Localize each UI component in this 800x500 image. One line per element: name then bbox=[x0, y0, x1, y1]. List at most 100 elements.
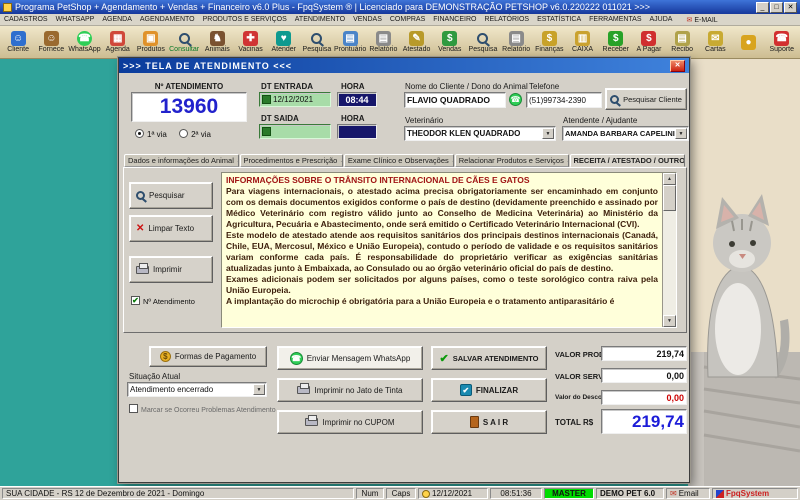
toolbar-button-relat-rio[interactable]: ▤ Relatório bbox=[367, 27, 399, 58]
veterinario-select[interactable]: THEODOR KLEN QUADRADO ▼ bbox=[404, 126, 556, 141]
chevron-down-icon[interactable]: ▼ bbox=[675, 128, 687, 139]
toolbar-button-cliente[interactable]: ☺ Cliente bbox=[2, 27, 34, 58]
pesquisar-cliente-button[interactable]: Pesquisar Cliente bbox=[605, 88, 687, 110]
minimize-button[interactable]: _ bbox=[756, 1, 769, 13]
whatsapp-icon[interactable]: ☎ bbox=[509, 93, 522, 106]
dialog-titlebar[interactable]: >>> TELA DE ATENDIMENTO <<< ✕ bbox=[119, 58, 689, 73]
scroll-down-icon[interactable]: ▼ bbox=[663, 315, 676, 327]
toolbar-button-fornece[interactable]: ☺ Fornece bbox=[35, 27, 67, 58]
num-atendimento-checkbox[interactable]: ✔ Nº Atendimento bbox=[131, 296, 195, 306]
formas-pagamento-button[interactable]: $ Formas de Pagamento bbox=[149, 346, 267, 367]
menu-item-ferramentas[interactable]: FERRAMENTAS bbox=[585, 16, 645, 24]
mail-icon: ✉ bbox=[670, 489, 677, 498]
search-icon bbox=[477, 32, 489, 44]
desconto-field[interactable]: 0,00 bbox=[601, 390, 687, 405]
atendente-select[interactable]: AMANDA BARBARA CAPELINI ▼ bbox=[562, 126, 689, 141]
status-date-value: 12/12/2021 bbox=[432, 489, 473, 498]
toolbar-button-consultar[interactable]: Consultar bbox=[168, 27, 200, 58]
toolbar-button-suporte[interactable]: ☎ Suporte bbox=[766, 27, 798, 58]
certificate-text-body: Para viagens internacionais, o atestado … bbox=[226, 186, 658, 307]
desktop: Programa PetShop + Agendamento + Vendas … bbox=[0, 0, 800, 500]
toolbar-button-caixa[interactable]: ▥ CAIXA bbox=[566, 27, 598, 58]
toolbar-label: Agenda bbox=[105, 45, 130, 53]
toolbar-button-pesquisa[interactable]: Pesquisa bbox=[467, 27, 499, 58]
menu-item-produtos-e-servi-os[interactable]: PRODUTOS E SERVIÇOS bbox=[199, 16, 291, 24]
hora-saida-field bbox=[337, 124, 377, 139]
toolbar-button-receber[interactable]: $ Receber bbox=[600, 27, 632, 58]
tab-dados-e-informa-es-do-animal[interactable]: Dados e informações do Animal → bbox=[124, 154, 239, 167]
salvar-atendimento-button[interactable]: ✔ SALVAR ATENDIMENTO bbox=[431, 346, 547, 370]
toolbar-button-vacinas[interactable]: ✚ Vacinas bbox=[234, 27, 266, 58]
textarea-scrollbar[interactable]: ▲ ▼ bbox=[662, 173, 676, 327]
finalizar-button[interactable]: ✔ FINALIZAR bbox=[431, 378, 547, 402]
enviar-whatsapp-button[interactable]: ☎ Enviar Mensagem WhatsApp bbox=[277, 346, 423, 370]
imprimir-button[interactable]: Imprimir bbox=[129, 256, 213, 283]
clock-icon bbox=[422, 489, 430, 498]
menu-item-agendamento[interactable]: AGENDAMENTO bbox=[136, 16, 199, 24]
close-button[interactable]: ✕ bbox=[784, 1, 797, 13]
support-icon: ☎ bbox=[774, 30, 790, 46]
menu-item-e-mail[interactable]: ✉ E-MAIL bbox=[682, 16, 721, 24]
menu-item-financeiro[interactable]: FINANCEIRO bbox=[429, 16, 480, 24]
tab-exame-cl-nico-e-observa-es[interactable]: Exame Clínico e Observações → bbox=[343, 154, 454, 167]
toolbar-button-produtos[interactable]: ▣ Produtos bbox=[135, 27, 167, 58]
certificate-textarea[interactable]: INFORMAÇÕES SOBRE O TRÂNSITO INTERNACION… bbox=[221, 172, 677, 328]
chevron-down-icon[interactable]: ▼ bbox=[253, 384, 265, 395]
toolbar-button-recibo[interactable]: ▤ Recibo bbox=[666, 27, 698, 58]
chevron-down-icon[interactable]: ▼ bbox=[542, 128, 554, 139]
dt-saida-field[interactable] bbox=[259, 124, 331, 139]
menu-item-compras[interactable]: COMPRAS bbox=[386, 16, 429, 24]
maximize-button[interactable]: □ bbox=[770, 1, 783, 13]
menu-bar: CADASTROS WHATSAPP AGENDA AGENDAMENTO PRODUT… bbox=[0, 14, 800, 26]
atendente-value: AMANDA BARBARA CAPELINI bbox=[565, 129, 675, 138]
imprimir-cupom-button[interactable]: Imprimir no CUPOM bbox=[277, 410, 423, 434]
scrollbar-thumb[interactable] bbox=[663, 185, 676, 211]
status-email[interactable]: ✉ Email bbox=[666, 488, 710, 499]
cliente-input[interactable]: FLAVIO QUADRADO bbox=[404, 92, 506, 108]
window-controls: _ □ ✕ bbox=[756, 1, 797, 13]
tab-receita-atestado-outros[interactable]: RECEITA / ATESTADO / OUTROS bbox=[569, 154, 685, 167]
sair-button[interactable]: S A I R bbox=[431, 410, 547, 434]
via1-radio[interactable]: 1ª via bbox=[135, 129, 167, 139]
toolbar-button-prontu-rio[interactable]: ▤ Prontuário bbox=[334, 27, 366, 58]
toolbar-button-atestado[interactable]: ✎ Atestado bbox=[400, 27, 432, 58]
menu-item-cadastros[interactable]: CADASTROS bbox=[0, 16, 52, 24]
certificate-icon: ✎ bbox=[409, 30, 425, 46]
toolbar-button-animais[interactable]: ♞ Animais bbox=[201, 27, 233, 58]
status-bar: SUA CIDADE - RS 12 de Dezembro de 2021 -… bbox=[0, 486, 800, 500]
menu-item-whatsapp[interactable]: WHATSAPP bbox=[52, 16, 99, 24]
pesquisar-button[interactable]: Pesquisar bbox=[129, 182, 213, 209]
toolbar-button-a-pagar[interactable]: $ A Pagar bbox=[633, 27, 665, 58]
imprimir-jato-button[interactable]: Imprimir no Jato de Tinta bbox=[277, 378, 423, 402]
tab-relacionar-produtos-e-servi-os[interactable]: Relacionar Produtos e Serviços → bbox=[454, 154, 569, 167]
menu-item-estat-stica[interactable]: ESTATÍSTICA bbox=[533, 16, 585, 24]
menu-item-agenda[interactable]: AGENDA bbox=[98, 16, 136, 24]
toolbar-button-coins-icon[interactable]: ● bbox=[732, 27, 764, 58]
toolbar-button-agenda[interactable]: ▦ Agenda bbox=[102, 27, 134, 58]
veterinario-value: THEODOR KLEN QUADRADO bbox=[407, 129, 521, 138]
menu-item-relat-rios[interactable]: RELATÓRIOS bbox=[480, 16, 533, 24]
dialog-close-button[interactable]: ✕ bbox=[670, 59, 685, 72]
toolbar-button-finan-as[interactable]: $ Finanças bbox=[533, 27, 565, 58]
toolbar-button-relat-rio[interactable]: ▤ Relatório bbox=[500, 27, 532, 58]
pesquisar-label: Pesquisar bbox=[149, 191, 185, 200]
toolbar-button-whatsapp[interactable]: ☎ WhatsApp bbox=[68, 27, 101, 58]
menu-item-atendimento[interactable]: ATENDIMENTO bbox=[291, 16, 349, 24]
toolbar-label: Prontuário bbox=[334, 45, 367, 53]
status-date: 12/12/2021 bbox=[418, 488, 488, 499]
toolbar-button-atender[interactable]: ♥ Atender bbox=[268, 27, 300, 58]
via2-radio[interactable]: 2ª via bbox=[179, 129, 211, 139]
menu-item-vendas[interactable]: VENDAS bbox=[349, 16, 386, 24]
telefone-input[interactable]: (51)99734-2390 bbox=[526, 92, 602, 108]
toolbar-button-vendas[interactable]: $ Vendas bbox=[434, 27, 466, 58]
dt-entrada-field[interactable]: 12/12/2021 bbox=[259, 92, 331, 107]
scroll-up-icon[interactable]: ▲ bbox=[663, 173, 676, 185]
situacao-select[interactable]: Atendimento encerrado ▼ bbox=[127, 382, 267, 397]
toolbar-button-pesquisa[interactable]: Pesquisa bbox=[301, 27, 333, 58]
toolbar-button-cartas[interactable]: ✉ Cartas bbox=[699, 27, 731, 58]
menu-item-ajuda[interactable]: AJUDA bbox=[646, 16, 677, 24]
tab-procedimentos-e-prescri-o[interactable]: Procedimentos e Prescrição → bbox=[239, 154, 343, 167]
problemas-checkbox[interactable]: Marcar se Ocorreu Problemas Atendimento bbox=[129, 404, 276, 414]
toolbar-label: Pesquisa bbox=[468, 45, 498, 53]
limpar-texto-button[interactable]: ✕ Limpar Texto bbox=[129, 215, 213, 242]
